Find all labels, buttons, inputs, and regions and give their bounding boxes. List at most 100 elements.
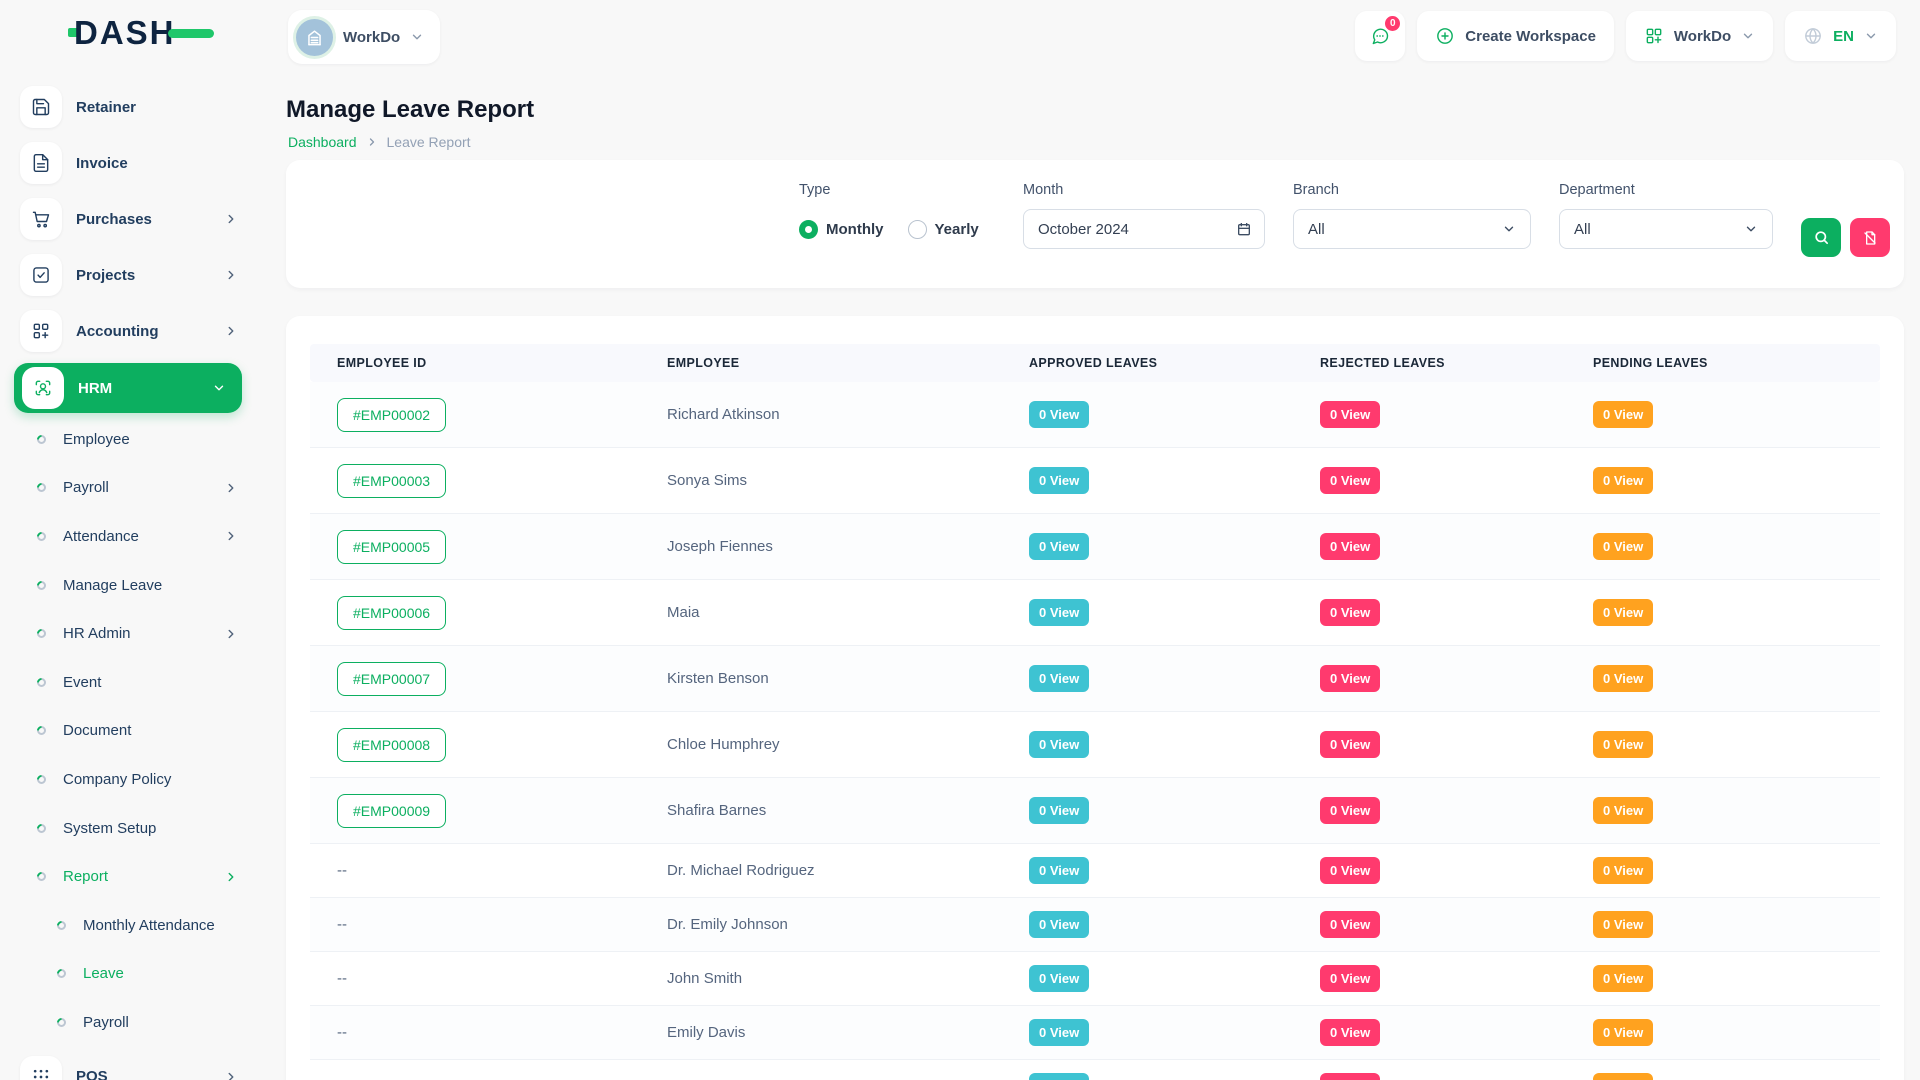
month-input[interactable]: October 2024 (1023, 209, 1265, 249)
sidebar-item-hrm[interactable]: HRM (14, 363, 242, 413)
table-row: -- Dr. Emily Johnson 0 View 0 View 0 Vie… (310, 898, 1880, 952)
pending-leaves-badge[interactable]: 0 View (1593, 467, 1653, 494)
sidebar-item-label: Invoice (76, 155, 128, 172)
sidebar-item-document[interactable]: Document (0, 707, 260, 756)
workdo-menu-button[interactable]: WorkDo (1626, 11, 1773, 61)
rejected-leaves-badge[interactable]: 0 View (1320, 401, 1380, 428)
invoice-icon (31, 153, 51, 173)
rejected-leaves-badge[interactable]: 0 View (1320, 911, 1380, 938)
employee-name: Emily Davis (667, 1024, 745, 1041)
sidebar-item-event[interactable]: Event (0, 658, 260, 707)
rejected-leaves-badge[interactable]: 0 View (1320, 1019, 1380, 1046)
employee-id-button[interactable]: #EMP00007 (337, 662, 446, 696)
sidebar-item-report[interactable]: Report (0, 852, 260, 901)
sidebar: Retainer Invoice Purchases Projects Acco… (0, 72, 260, 1080)
sidebar-item-company-policy[interactable]: Company Policy (0, 755, 260, 804)
rejected-leaves-badge[interactable]: 0 View (1320, 731, 1380, 758)
approved-leaves-badge[interactable]: 0 View (1029, 1019, 1089, 1046)
sidebar-item-pos[interactable]: POS (0, 1049, 260, 1080)
pending-leaves-badge[interactable]: 0 View (1593, 1073, 1653, 1080)
approved-leaves-badge[interactable]: 0 View (1029, 533, 1089, 560)
chevron-right-icon (224, 481, 238, 495)
reset-button[interactable] (1850, 218, 1890, 257)
employee-id-button[interactable]: #EMP00003 (337, 464, 446, 498)
chevron-down-icon (1502, 222, 1516, 236)
sidebar-item-purchases[interactable]: Purchases (0, 191, 260, 247)
approved-leaves-badge[interactable]: 0 View (1029, 857, 1089, 884)
sidebar-item-label: POS (76, 1068, 108, 1080)
approved-leaves-badge[interactable]: 0 View (1029, 1073, 1089, 1080)
pending-leaves-badge[interactable]: 0 View (1593, 401, 1653, 428)
sidebar-item-monthly-attendance[interactable]: Monthly Attendance (0, 901, 260, 950)
bullet-icon (35, 724, 48, 737)
type-radio-yearly[interactable]: Yearly (908, 220, 979, 239)
employee-name: Dr. Michael Rodriguez (667, 862, 815, 879)
rejected-leaves-badge[interactable]: 0 View (1320, 533, 1380, 560)
approved-leaves-badge[interactable]: 0 View (1029, 665, 1089, 692)
sidebar-item-leave[interactable]: Leave (0, 950, 260, 999)
column-header-approved-leaves: APPROVED LEAVES (1002, 356, 1293, 370)
pending-leaves-badge[interactable]: 0 View (1593, 911, 1653, 938)
rejected-leaves-badge[interactable]: 0 View (1320, 467, 1380, 494)
approved-leaves-badge[interactable]: 0 View (1029, 965, 1089, 992)
branch-label: Branch (1293, 182, 1531, 198)
sidebar-item-hr-admin[interactable]: HR Admin (0, 609, 260, 658)
employee-id-button[interactable]: #EMP00008 (337, 728, 446, 762)
pending-leaves-badge[interactable]: 0 View (1593, 599, 1653, 626)
type-radio-group: Monthly Yearly (799, 209, 995, 249)
sidebar-item-accounting[interactable]: Accounting (0, 303, 260, 359)
pending-leaves-badge[interactable]: 0 View (1593, 731, 1653, 758)
sidebar-item-system-setup[interactable]: System Setup (0, 804, 260, 853)
branch-select[interactable]: All (1293, 209, 1531, 249)
department-select[interactable]: All (1559, 209, 1773, 249)
pending-leaves-badge[interactable]: 0 View (1593, 1019, 1653, 1046)
search-button[interactable] (1801, 218, 1841, 257)
employee-id-button[interactable]: #EMP00006 (337, 596, 446, 630)
rejected-leaves-badge[interactable]: 0 View (1320, 1073, 1380, 1080)
table-row: #EMP00007 Kirsten Benson 0 View 0 View 0… (310, 646, 1880, 712)
sidebar-item-employee[interactable]: Employee (0, 415, 260, 464)
sidebar-item-manage-leave[interactable]: Manage Leave (0, 561, 260, 610)
rejected-leaves-badge[interactable]: 0 View (1320, 965, 1380, 992)
sidebar-item-attendance[interactable]: Attendance (0, 512, 260, 561)
pending-leaves-badge[interactable]: 0 View (1593, 533, 1653, 560)
approved-leaves-badge[interactable]: 0 View (1029, 401, 1089, 428)
bullet-icon (35, 676, 48, 689)
pending-leaves-badge[interactable]: 0 View (1593, 857, 1653, 884)
sidebar-subitem-label: Attendance (63, 528, 139, 545)
employee-id-button[interactable]: #EMP00009 (337, 794, 446, 828)
pending-leaves-badge[interactable]: 0 View (1593, 797, 1653, 824)
language-selector[interactable]: EN (1785, 11, 1896, 61)
month-value: October 2024 (1038, 221, 1129, 238)
rejected-leaves-badge[interactable]: 0 View (1320, 599, 1380, 626)
search-icon (1813, 229, 1830, 246)
create-workspace-label: Create Workspace (1465, 28, 1596, 45)
globe-icon (1803, 26, 1823, 46)
sidebar-item-invoice[interactable]: Invoice (0, 135, 260, 191)
create-workspace-button[interactable]: Create Workspace (1417, 11, 1614, 61)
approved-leaves-badge[interactable]: 0 View (1029, 467, 1089, 494)
approved-leaves-badge[interactable]: 0 View (1029, 599, 1089, 626)
messages-button[interactable]: 0 (1355, 11, 1405, 61)
approved-leaves-badge[interactable]: 0 View (1029, 731, 1089, 758)
type-radio-monthly[interactable]: Monthly (799, 220, 884, 239)
employee-name: Joseph Fiennes (667, 538, 773, 555)
approved-leaves-badge[interactable]: 0 View (1029, 911, 1089, 938)
employee-name: Shafira Barnes (667, 802, 766, 819)
employee-id-button[interactable]: #EMP00002 (337, 398, 446, 432)
rejected-leaves-badge[interactable]: 0 View (1320, 857, 1380, 884)
sidebar-item-retainer[interactable]: Retainer (0, 79, 260, 135)
breadcrumb-dashboard-link[interactable]: Dashboard (288, 134, 357, 150)
approved-leaves-badge[interactable]: 0 View (1029, 797, 1089, 824)
dash-logo[interactable]: DASH (68, 16, 214, 49)
sidebar-item-payroll[interactable]: Payroll (0, 464, 260, 513)
pending-leaves-badge[interactable]: 0 View (1593, 665, 1653, 692)
pending-leaves-badge[interactable]: 0 View (1593, 965, 1653, 992)
sidebar-item-payroll[interactable]: Payroll (0, 998, 260, 1047)
sidebar-item-projects[interactable]: Projects (0, 247, 260, 303)
table-row: -- Emily Davis 0 View 0 View 0 View (310, 1006, 1880, 1060)
rejected-leaves-badge[interactable]: 0 View (1320, 665, 1380, 692)
employee-id-button[interactable]: #EMP00005 (337, 530, 446, 564)
workspace-selector[interactable]: WorkDo (288, 10, 440, 64)
rejected-leaves-badge[interactable]: 0 View (1320, 797, 1380, 824)
